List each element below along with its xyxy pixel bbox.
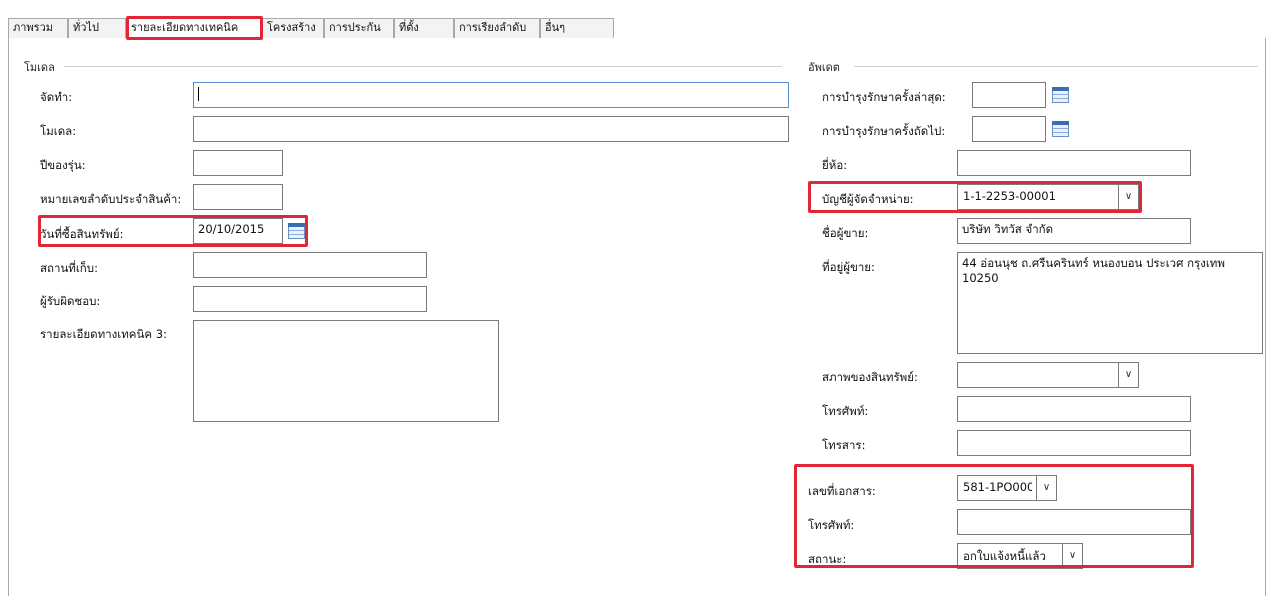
label-vendor-name: ชื่อผู้ขาย:	[822, 226, 869, 240]
next-maintenance-input[interactable]	[972, 116, 1046, 142]
responsible-input[interactable]	[193, 286, 427, 312]
group-title-update: อัพเดต	[808, 61, 840, 74]
label-fax: โทรสาร:	[822, 438, 866, 452]
label-phone: โทรศัพท์:	[822, 404, 869, 418]
tab-location[interactable]: ที่ตั้ง	[394, 18, 454, 38]
highlight-document-section	[794, 464, 1194, 568]
vendor-address-textarea[interactable]: 44 อ่อนนุช ถ.ศรีนครินทร์ หนองบอน ประเวศ …	[957, 252, 1263, 354]
label-responsible: ผู้รับผิดชอบ:	[40, 294, 101, 308]
fax-input[interactable]	[957, 430, 1191, 456]
highlight-active-tab	[126, 16, 263, 40]
label-storage-location: สถานที่เก็บ:	[40, 261, 98, 275]
label-model: โมเดล:	[40, 124, 77, 138]
highlight-vendor-account	[808, 181, 1142, 213]
phone-input[interactable]	[957, 396, 1191, 422]
model-input[interactable]	[193, 116, 789, 142]
highlight-purchase-date	[38, 215, 308, 247]
serial-number-input[interactable]	[193, 184, 283, 210]
tab-warranty[interactable]: การประกัน	[324, 18, 394, 38]
tab-other[interactable]: อื่นๆ	[540, 18, 614, 38]
calendar-icon[interactable]	[1052, 87, 1069, 103]
tab-general[interactable]: ทั่วไป	[68, 18, 126, 38]
label-vendor-address: ที่อยู่ผู้ขาย:	[822, 260, 875, 274]
tab-overview[interactable]: ภาพรวม	[8, 18, 68, 38]
model-year-input[interactable]	[193, 150, 283, 176]
label-brand: ยี่ห้อ:	[822, 158, 848, 172]
tab-structure[interactable]: โครงสร้าง	[262, 18, 324, 38]
technical-details-3-textarea[interactable]	[193, 320, 499, 422]
last-maintenance-input[interactable]	[972, 82, 1046, 108]
tab-sorting[interactable]: การเรียงลำดับ	[454, 18, 540, 38]
group-divider	[64, 66, 782, 67]
manufacturer-input[interactable]	[193, 82, 789, 108]
tab-bar: ภาพรวม ทั่วไป รายละเอียดทางเทคนิค โครงสร…	[8, 17, 614, 39]
brand-input[interactable]	[957, 150, 1191, 176]
asset-condition-select[interactable]: ∨	[957, 362, 1139, 388]
label-asset-condition: สภาพของสินทรัพย์:	[822, 370, 918, 384]
group-title-model: โมเดล	[24, 61, 55, 74]
group-divider	[854, 66, 1258, 67]
label-technical-details-3: รายละเอียดทางเทคนิค 3:	[40, 327, 167, 341]
label-model-year: ปีของรุ่น:	[40, 158, 86, 172]
vendor-name-input[interactable]: บริษัท วิทวัส จำกัด	[957, 218, 1191, 244]
label-next-maintenance: การบำรุงรักษาครั้งถัดไป:	[822, 124, 946, 138]
label-manufacturer: จัดทำ:	[40, 90, 73, 104]
storage-location-input[interactable]	[193, 252, 427, 278]
label-serial-number: หมายเลขลำดับประจำสินค้า:	[40, 192, 182, 206]
chevron-down-icon[interactable]: ∨	[1118, 363, 1138, 387]
label-last-maintenance: การบำรุงรักษาครั้งล่าสุด:	[822, 90, 946, 104]
calendar-icon[interactable]	[1052, 121, 1069, 137]
text-caret	[198, 86, 199, 101]
